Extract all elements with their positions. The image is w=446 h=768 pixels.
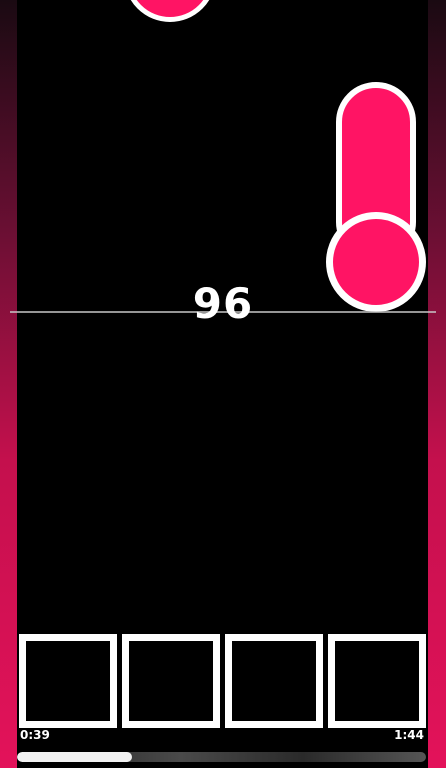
song-progress-fill [17,752,133,762]
lane-key-row [19,634,427,730]
total-time: 1:44 [394,728,424,742]
lane-key-3[interactable] [225,634,323,728]
tap-note-lane-2 [124,0,216,22]
combo-counter: 96 [192,279,254,328]
lane-key-4[interactable] [328,634,426,728]
song-progress-bar [17,752,426,762]
game-stage[interactable]: 96 0:39 1:44 [0,0,446,768]
right-side-glow [428,0,446,768]
lane-key-1[interactable] [19,634,117,728]
left-side-glow [0,0,17,768]
elapsed-time: 0:39 [20,728,50,742]
lane-key-2[interactable] [122,634,220,728]
